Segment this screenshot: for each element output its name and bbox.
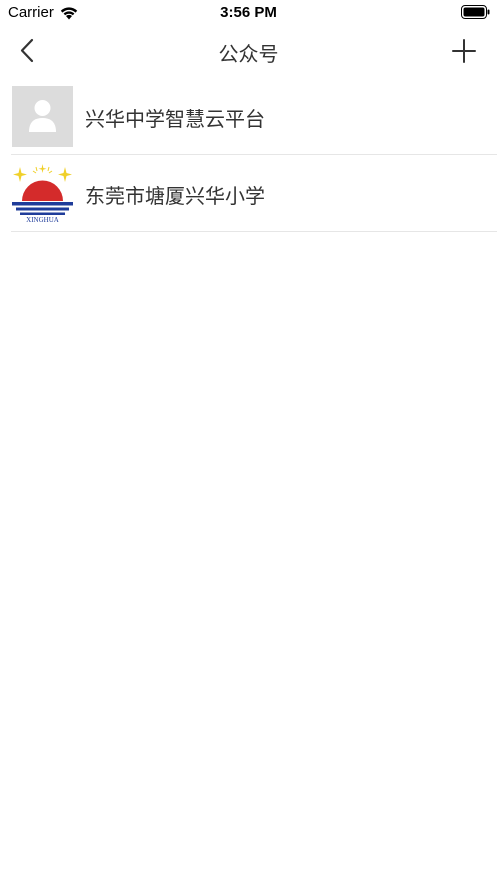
divider bbox=[11, 231, 497, 232]
list-item[interactable]: 兴华中学智慧云平台 bbox=[0, 78, 497, 155]
school-logo-icon: XINGHUA bbox=[12, 163, 73, 224]
official-account-list: 兴华中学智慧云平台 XINGHUA 东莞市塘厦兴华小学 bbox=[0, 78, 497, 232]
status-bar: Carrier 3:56 PM bbox=[0, 0, 497, 26]
battery-full-icon bbox=[461, 5, 490, 19]
clock: 3:56 PM bbox=[220, 4, 277, 21]
plus-icon bbox=[452, 39, 476, 63]
account-name: 兴华中学智慧云平台 bbox=[85, 107, 265, 131]
add-button[interactable] bbox=[451, 38, 477, 64]
page-title: 公众号 bbox=[218, 42, 279, 66]
list-item[interactable]: XINGHUA 东莞市塘厦兴华小学 bbox=[0, 155, 497, 232]
navigation-bar: 公众号 bbox=[0, 26, 497, 76]
logo-text: XINGHUA bbox=[26, 216, 59, 224]
account-name: 东莞市塘厦兴华小学 bbox=[85, 184, 265, 208]
default-user-avatar-icon bbox=[12, 86, 73, 147]
